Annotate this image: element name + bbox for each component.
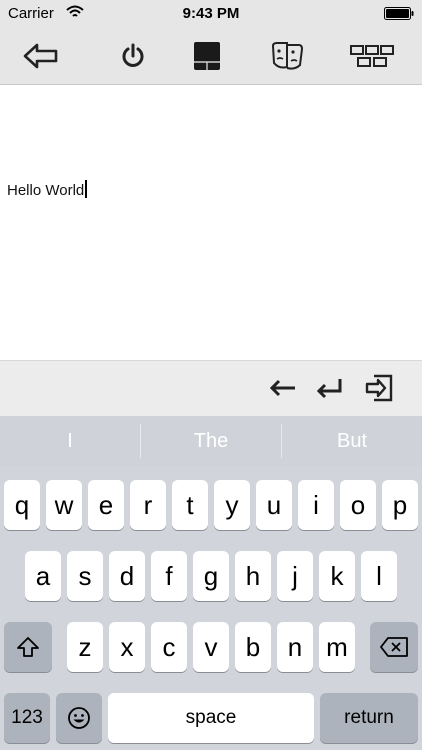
power-icon — [122, 43, 144, 67]
space-key[interactable]: space — [108, 693, 314, 743]
suggestion-item[interactable]: The — [141, 416, 281, 466]
shift-key[interactable] — [4, 622, 52, 672]
text-caret — [85, 180, 88, 198]
shift-icon — [17, 637, 39, 657]
key-k[interactable]: k — [319, 551, 355, 601]
key-b[interactable]: b — [235, 622, 271, 672]
key-w[interactable]: w — [46, 480, 82, 530]
key-g[interactable]: g — [193, 551, 229, 601]
power-button[interactable] — [111, 36, 155, 76]
key-u[interactable]: u — [256, 480, 292, 530]
key-t[interactable]: t — [172, 480, 208, 530]
text-editor[interactable]: Hello World — [0, 86, 422, 360]
editor-content[interactable]: Hello World — [7, 180, 88, 199]
key-f[interactable]: f — [151, 551, 187, 601]
key-y[interactable]: y — [214, 480, 250, 530]
key-m[interactable]: m — [319, 622, 355, 672]
key-j[interactable]: j — [277, 551, 313, 601]
key-q[interactable]: q — [4, 480, 40, 530]
emoji-key[interactable] — [56, 693, 102, 743]
editor-text: Hello World — [7, 182, 85, 199]
grid-keys-icon — [350, 45, 394, 67]
touchpad-icon — [194, 42, 220, 70]
clock-label: 9:43 PM — [182, 5, 240, 22]
left-arrow-icon — [269, 379, 295, 397]
key-r[interactable]: r — [130, 480, 166, 530]
key-z[interactable]: z — [67, 622, 103, 672]
key-c[interactable]: c — [151, 622, 187, 672]
suggestion-item[interactable]: I — [0, 416, 140, 466]
numbers-key[interactable]: 123 — [4, 693, 50, 743]
faces-button[interactable] — [265, 36, 309, 76]
key-d[interactable]: d — [109, 551, 145, 601]
back-button[interactable] — [19, 36, 63, 76]
backspace-arrow-button[interactable] — [266, 371, 300, 405]
key-v[interactable]: v — [193, 622, 229, 672]
key-n[interactable]: n — [277, 622, 313, 672]
key-l[interactable]: l — [361, 551, 397, 601]
status-bar: Carrier 9:43 PM — [0, 0, 422, 28]
key-p[interactable]: p — [382, 480, 418, 530]
delete-key[interactable] — [370, 622, 418, 672]
keys-grid-button[interactable] — [350, 36, 394, 76]
enter-button[interactable] — [312, 371, 346, 405]
suggestion-bar: I The But — [0, 416, 422, 466]
key-e[interactable]: e — [88, 480, 124, 530]
input-accessory-bar — [0, 360, 422, 416]
send-icon — [365, 374, 393, 402]
keyboard: q w e r t y u i o p a s d f g h j k l z … — [0, 466, 422, 750]
return-arrow-icon — [316, 379, 342, 399]
key-x[interactable]: x — [109, 622, 145, 672]
send-button[interactable] — [362, 371, 396, 405]
battery-icon — [384, 7, 414, 20]
touchpad-button[interactable] — [185, 36, 229, 76]
key-o[interactable]: o — [340, 480, 376, 530]
key-i[interactable]: i — [298, 480, 334, 530]
suggestion-item[interactable]: But — [282, 416, 422, 466]
delete-backward-icon — [380, 637, 408, 657]
key-a[interactable]: a — [25, 551, 61, 601]
return-key[interactable]: return — [320, 693, 418, 743]
back-arrow-icon — [23, 43, 58, 69]
emoji-icon — [68, 707, 90, 729]
toolbar — [0, 28, 422, 85]
key-s[interactable]: s — [67, 551, 103, 601]
faces-icon — [271, 42, 304, 70]
key-h[interactable]: h — [235, 551, 271, 601]
